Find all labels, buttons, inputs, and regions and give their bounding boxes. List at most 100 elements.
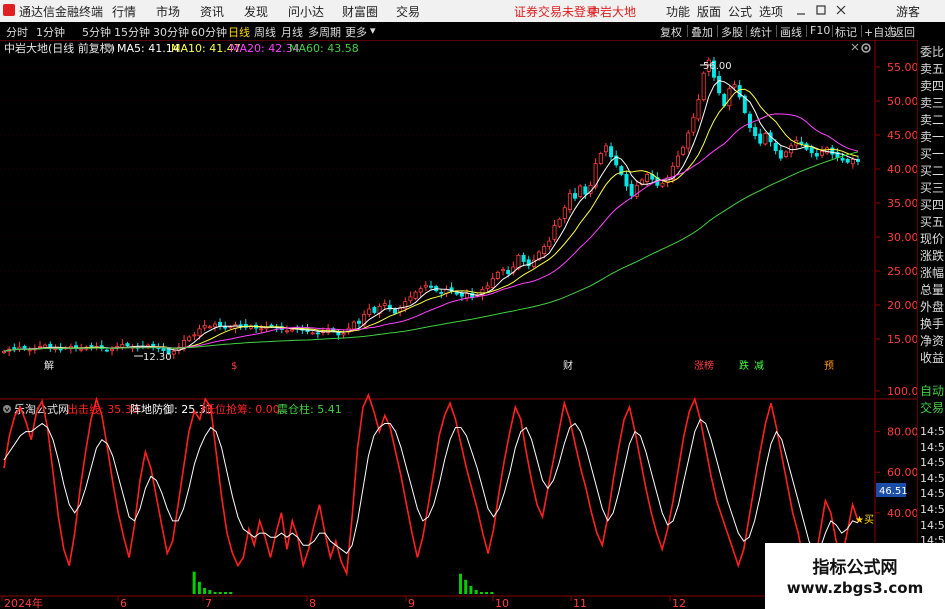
period-tab-60min[interactable]: 60分钟 [191,24,227,40]
auto-trade-label-1[interactable]: 自动 [920,383,945,400]
quote-row-label: 买四 [920,198,945,212]
menu-item-discover[interactable]: 发现 [244,3,268,20]
mark-button[interactable]: 标记 [835,24,857,40]
candle-body [120,344,125,348]
candle-body [485,285,490,289]
ma60-label: MA60: 43.58 [289,42,359,55]
back-button[interactable]: 返回 [893,24,915,40]
quote-row-label: 换手 [920,317,945,331]
candle-body [341,333,346,336]
panel-close-icon[interactable] [851,43,859,51]
period-tab-weekly[interactable]: 周线 [254,24,276,40]
settings-gear-icon[interactable] [861,43,871,53]
chart-area[interactable]: 中岩大地(日线 前复权) MA5: 41.14 MA10: 41.47 MA20… [0,40,917,609]
quote-row-label: 买一 [920,147,945,161]
svg-text:★: ★ [855,515,864,526]
date-tick-label: 7 [205,597,212,609]
menu-item-trade[interactable]: 交易 [396,3,420,20]
menu-function[interactable]: 功能 [666,3,690,20]
period-tab-15min[interactable]: 15分钟 [114,24,150,40]
shake-bars [192,571,494,594]
login-notice[interactable]: 证券交易未登录 [514,3,598,20]
candle-body [356,320,361,324]
period-tab-intraday[interactable]: 分时 [6,24,28,40]
event-marker-dollar[interactable]: $ [231,361,237,372]
menu-layout[interactable]: 版面 [697,3,721,20]
date-axis: 2024年 6 7 8 9 10 11 12 [1,596,686,609]
candle-body [681,146,686,155]
tick-time: 14:56 [920,456,945,470]
event-marker-forecast[interactable]: 预 [824,360,834,372]
indicator-lines [3,392,859,585]
period-tab-5min[interactable]: 5分钟 [82,24,111,40]
draw-line-button[interactable]: 画线 [780,24,802,40]
period-tab-30min[interactable]: 30分钟 [153,24,189,40]
ma-legend-toggle-icon[interactable] [105,44,113,52]
event-marker-top-gainer[interactable]: 涨榜 [694,359,714,372]
candle-body [27,349,32,352]
maximize-icon[interactable] [816,5,826,15]
candle-body [845,158,850,163]
candle-body [38,346,43,348]
candle-body [753,127,758,137]
menu-item-markets[interactable]: 市场 [156,3,180,20]
statistics-button[interactable]: 统计 [750,24,772,40]
shake-bar [213,591,217,594]
auto-trade-label-2[interactable]: 交易 [920,400,945,417]
menu-formula[interactable]: 公式 [728,3,752,20]
period-tab-multi[interactable]: 多周期 [308,24,341,40]
candle-body [850,159,855,165]
low-price-label: 12.30 [143,352,172,363]
candle-body [151,343,156,347]
shake-bar [485,591,489,594]
indicator-toggle-icon[interactable] [3,405,11,413]
event-marker-finance[interactable]: 财 [563,359,573,372]
candle-body [12,347,17,349]
f10-button[interactable]: F10 [810,24,830,37]
attack-line [3,392,859,585]
menu-item-wealth[interactable]: 财富圈 [342,3,378,20]
candle-body [506,270,511,275]
shake-bar [218,591,222,594]
candle-body [778,150,783,159]
candle-body [552,225,557,240]
event-marker-reduce[interactable]: 减 [754,360,764,372]
indicator-axis: 100.080.0060.0040.0020.00 [875,385,917,560]
period-tab-1min[interactable]: 1分钟 [36,24,65,40]
candle-body [598,152,603,164]
period-tab-monthly[interactable]: 月线 [281,24,303,40]
adjust-button[interactable]: 复权 [660,24,682,40]
candle-body [125,343,130,347]
overlay-button[interactable]: 叠加 [691,24,713,40]
price-tick-label: 55.00 [887,61,917,74]
menu-options[interactable]: 选项 [759,3,783,20]
multi-stock-button[interactable]: 多股 [721,24,743,40]
more-chevron-icon[interactable]: ▾ [370,24,376,37]
date-tick-label: 12 [672,597,686,609]
date-tick-label: 8 [309,597,316,609]
toolbar-divider [806,25,807,37]
menu-item-market[interactable]: 行情 [112,3,136,20]
period-tab-daily[interactable]: 日线 [228,24,250,40]
event-marker-unlock[interactable]: 解 [44,359,54,372]
menu-item-news[interactable]: 资讯 [200,3,224,20]
candle-body [495,271,500,279]
guest-label[interactable]: 游客 [896,3,920,20]
close-icon[interactable] [836,5,846,15]
candle-body [218,322,223,327]
period-tab-more[interactable]: 更多 [345,24,367,40]
date-tick-label: 2024年 [4,596,43,609]
toolbar-divider [776,25,777,37]
event-marker-drop[interactable]: 跌 [739,359,749,372]
candle-body [490,278,495,288]
toolbar-divider [746,25,747,37]
window-controls [797,5,846,15]
ma60-line [3,151,859,352]
candle-body [578,185,583,198]
candle-body [686,132,691,149]
candle-body [773,143,778,152]
shake-bar [203,587,207,594]
menu-item-assistant[interactable]: 问小达 [288,3,324,20]
shake-bar [192,571,196,594]
ma10-line [3,88,859,352]
